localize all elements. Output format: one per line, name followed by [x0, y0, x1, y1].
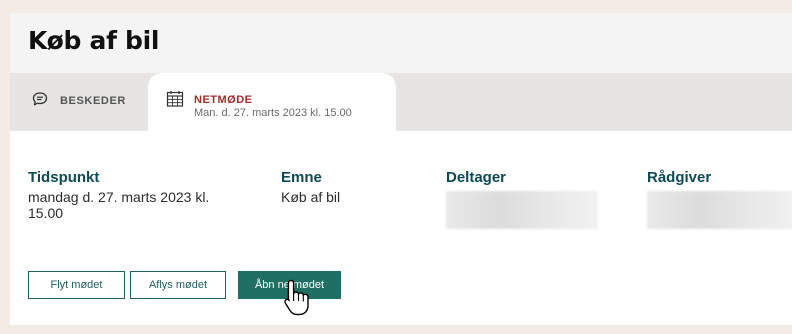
- page-title: Køb af bil: [28, 26, 160, 55]
- hand-pointer-icon: [282, 278, 314, 323]
- cancel-meeting-button[interactable]: Aflys mødet: [130, 271, 226, 299]
- meeting-card: Køb af bil BESKEDER NETMØDE Man. d. 27. …: [10, 13, 792, 325]
- move-meeting-button[interactable]: Flyt mødet: [28, 271, 125, 299]
- tab-messages-label: BESKEDER: [60, 95, 126, 107]
- advisor-field: Rådgiver: [647, 169, 792, 229]
- participant-value-redacted: [446, 191, 598, 229]
- advisor-label: Rådgiver: [647, 169, 712, 186]
- tab-messages[interactable]: BESKEDER: [24, 73, 148, 131]
- advisor-value-redacted: [647, 191, 792, 229]
- tab-online-meeting[interactable]: NETMØDE Man. d. 27. marts 2023 kl. 15.00: [148, 73, 396, 131]
- page-header: Køb af bil: [10, 13, 792, 73]
- subject-label: Emne: [281, 169, 322, 186]
- tab-online-meeting-label: NETMØDE: [194, 94, 253, 106]
- tab-online-meeting-date: Man. d. 27. marts 2023 kl. 15.00: [194, 107, 352, 119]
- time-field: Tidspunkt mandag d. 27. marts 2023 kl. 1…: [28, 169, 238, 221]
- calendar-icon: [166, 90, 184, 113]
- chat-bubble-icon: [32, 91, 48, 112]
- participant-label: Deltager: [446, 169, 507, 186]
- tab-bar: BESKEDER NETMØDE Man. d. 27. marts 2023 …: [10, 73, 792, 131]
- participant-field: Deltager: [446, 169, 626, 229]
- subject-value: Køb af bil: [281, 189, 341, 205]
- time-value: mandag d. 27. marts 2023 kl. 15.00: [28, 189, 210, 221]
- time-label: Tidspunkt: [28, 169, 100, 186]
- subject-field: Emne Køb af bil: [281, 169, 421, 205]
